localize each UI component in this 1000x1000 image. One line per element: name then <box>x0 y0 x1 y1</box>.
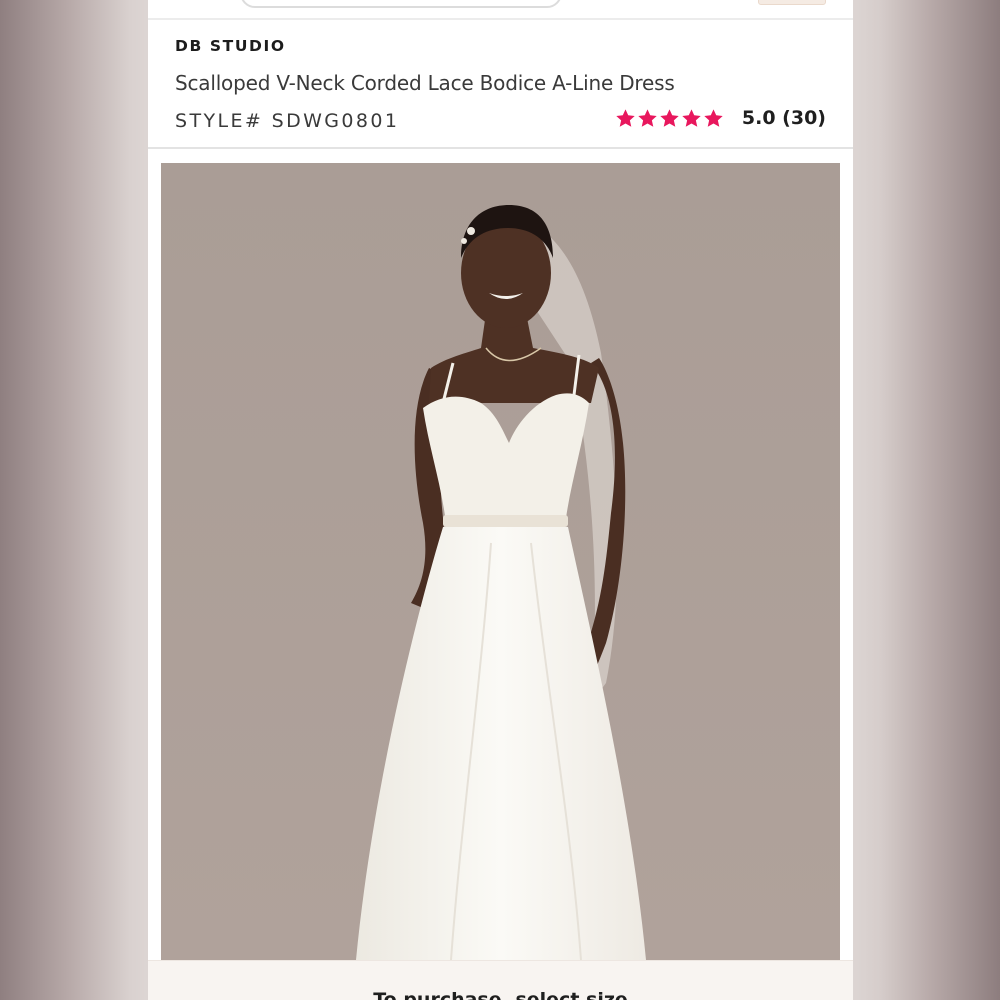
top-bar <box>148 0 853 20</box>
star-icon <box>638 108 657 127</box>
model-figure <box>161 163 840 960</box>
purchase-sheet[interactable]: To purchase, select size <box>148 960 853 1000</box>
style-number: STYLE# SDWG0801 <box>175 110 400 132</box>
star-icon <box>704 108 723 127</box>
cart-button[interactable] <box>758 0 826 5</box>
star-rating <box>615 108 724 129</box>
product-title: Scalloped V-Neck Corded Lace Bodice A-Li… <box>175 71 675 95</box>
divider <box>148 147 853 149</box>
product-page: DB STUDIO Scalloped V-Neck Corded Lace B… <box>148 0 853 1000</box>
search-input[interactable] <box>240 0 562 8</box>
product-image[interactable] <box>161 163 840 960</box>
star-icon <box>682 108 701 127</box>
rating-summary[interactable]: 5.0 (30) <box>615 107 826 129</box>
star-icon <box>660 108 679 127</box>
star-icon <box>616 108 635 127</box>
rating-value[interactable]: 5.0 (30) <box>742 107 826 129</box>
brand-name[interactable]: DB STUDIO <box>175 37 286 55</box>
purchase-hint: To purchase, select size <box>373 989 628 1000</box>
